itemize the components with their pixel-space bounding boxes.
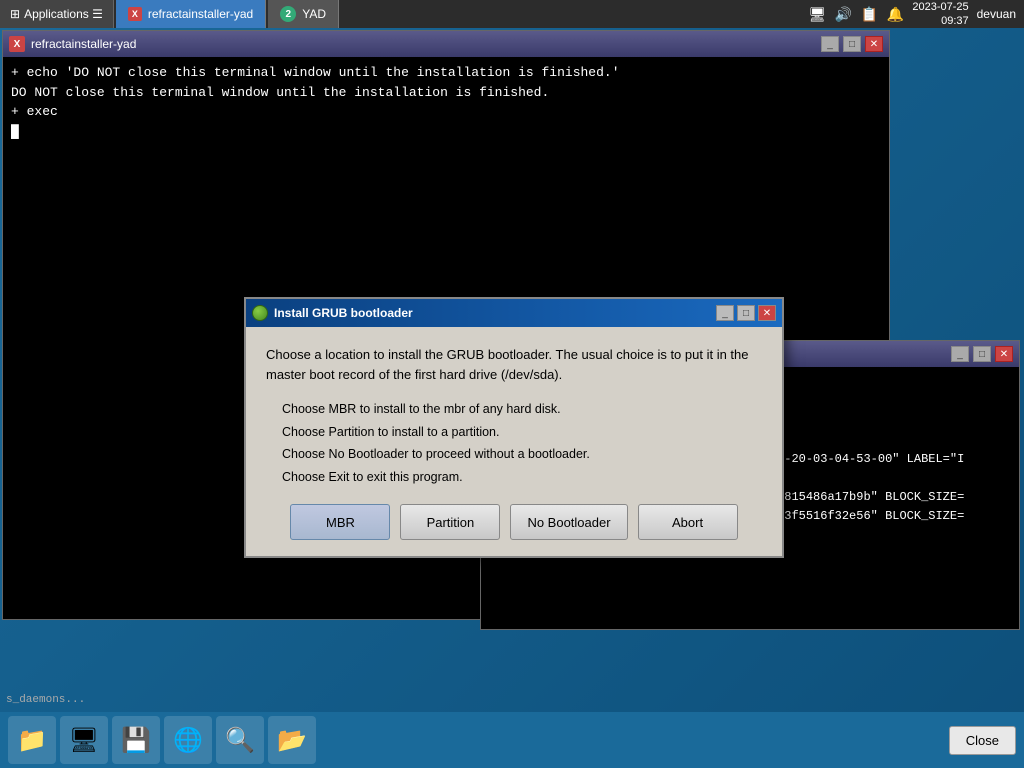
- terminal-title-left: X refractainstaller-yad: [9, 36, 136, 52]
- dialog-option-2: Choose Partition to install to a partiti…: [282, 421, 762, 444]
- dialog-buttons: MBR Partition No Bootloader Abort: [266, 504, 762, 540]
- search-icon[interactable]: 🔍: [216, 716, 264, 764]
- taskbar-right: 🖥 🔊 📋 🔔 2023-07-25 09:37 devuan: [800, 0, 1024, 28]
- terminal-titlebar-main: X refractainstaller-yad _ □ ✕: [3, 31, 889, 57]
- taskbar-window2-button[interactable]: 2 YAD: [268, 0, 339, 28]
- dialog-maximize-button[interactable]: □: [737, 305, 755, 321]
- desktop: ⊞ Applications ☰ X refractainstaller-yad…: [0, 0, 1024, 768]
- dialog-options: Choose MBR to install to the mbr of any …: [266, 398, 762, 488]
- partition-button[interactable]: Partition: [400, 504, 500, 540]
- window2-label: YAD: [302, 7, 326, 21]
- terminal2-minimize-button[interactable]: _: [951, 346, 969, 362]
- volume-icon[interactable]: 🔊: [834, 5, 852, 23]
- terminal-cursor: █: [11, 122, 881, 142]
- bottom-taskbar: 📁 🖥 💾 🌐 🔍 📂 Close: [0, 712, 1024, 768]
- terminal-close-button[interactable]: ✕: [865, 36, 883, 52]
- terminal-app-icon: X: [9, 36, 25, 52]
- close-button[interactable]: Close: [949, 726, 1016, 755]
- filemanager-icon[interactable]: 💾: [112, 716, 160, 764]
- terminal2-maximize-button[interactable]: □: [973, 346, 991, 362]
- username-label: devuan: [977, 7, 1016, 21]
- terminal-icon-dock[interactable]: 🖥: [60, 716, 108, 764]
- dialog-minimize-button[interactable]: _: [716, 305, 734, 321]
- dialog-window-controls: _ □ ✕: [716, 305, 776, 321]
- folder-icon[interactable]: 📂: [268, 716, 316, 764]
- applications-menu-button[interactable]: ⊞ Applications ☰: [0, 0, 114, 28]
- terminal-line-3: + exec: [11, 102, 881, 122]
- taskbar-clock: 2023-07-25 09:37: [912, 0, 968, 28]
- dialog-app-icon: [252, 305, 268, 321]
- dialog-title-left: Install GRUB bootloader: [252, 305, 413, 321]
- abort-button[interactable]: Abort: [638, 504, 738, 540]
- bottom-taskbar-icons: 📁 🖥 💾 🌐 🔍 📂: [8, 716, 316, 764]
- window2-badge: 2: [280, 6, 296, 22]
- taskbar-window1-button[interactable]: X refractainstaller-yad: [116, 0, 266, 28]
- terminal-title-text: refractainstaller-yad: [31, 37, 136, 51]
- apps-icon: ⊞: [10, 7, 20, 21]
- status-text: s_daemons...: [6, 694, 85, 706]
- browser-icon[interactable]: 🌐: [164, 716, 212, 764]
- terminal-icon-small: X: [128, 7, 142, 21]
- mbr-button[interactable]: MBR: [290, 504, 390, 540]
- top-taskbar: ⊞ Applications ☰ X refractainstaller-yad…: [0, 0, 1024, 28]
- dialog-option-1: Choose MBR to install to the mbr of any …: [282, 398, 762, 421]
- notification-icon[interactable]: 🔔: [886, 5, 904, 23]
- clipboard-icon[interactable]: 📋: [860, 5, 878, 23]
- dialog-option-4: Choose Exit to exit this program.: [282, 466, 762, 489]
- terminal-maximize-button[interactable]: □: [843, 36, 861, 52]
- grub-dialog-window: Install GRUB bootloader _ □ ✕ Choose a l…: [244, 297, 784, 558]
- terminal2-close-button[interactable]: ✕: [995, 346, 1013, 362]
- dialog-option-3: Choose No Bootloader to proceed without …: [282, 443, 762, 466]
- no-bootloader-button[interactable]: No Bootloader: [510, 504, 627, 540]
- dialog-description: Choose a location to install the GRUB bo…: [266, 345, 762, 384]
- files-icon[interactable]: 📁: [8, 716, 56, 764]
- monitor-icon[interactable]: 🖥: [808, 5, 826, 23]
- dialog-titlebar: Install GRUB bootloader _ □ ✕: [246, 299, 782, 327]
- dialog-body: Choose a location to install the GRUB bo…: [246, 327, 782, 556]
- terminal-minimize-button[interactable]: _: [821, 36, 839, 52]
- terminal-line-1: + echo 'DO NOT close this terminal windo…: [11, 63, 881, 83]
- terminal-window-controls: _ □ ✕: [821, 36, 883, 52]
- apps-label: Applications ☰: [24, 7, 103, 21]
- bottom-taskbar-right: Close: [949, 726, 1016, 755]
- dialog-close-button[interactable]: ✕: [758, 305, 776, 321]
- terminal-line-2: DO NOT close this terminal window until …: [11, 83, 881, 103]
- dialog-title-text: Install GRUB bootloader: [274, 306, 413, 320]
- terminal-content-main: + echo 'DO NOT close this terminal windo…: [3, 57, 889, 147]
- window1-label: refractainstaller-yad: [148, 7, 253, 21]
- terminal-window-controls-2: _ □ ✕: [951, 346, 1013, 362]
